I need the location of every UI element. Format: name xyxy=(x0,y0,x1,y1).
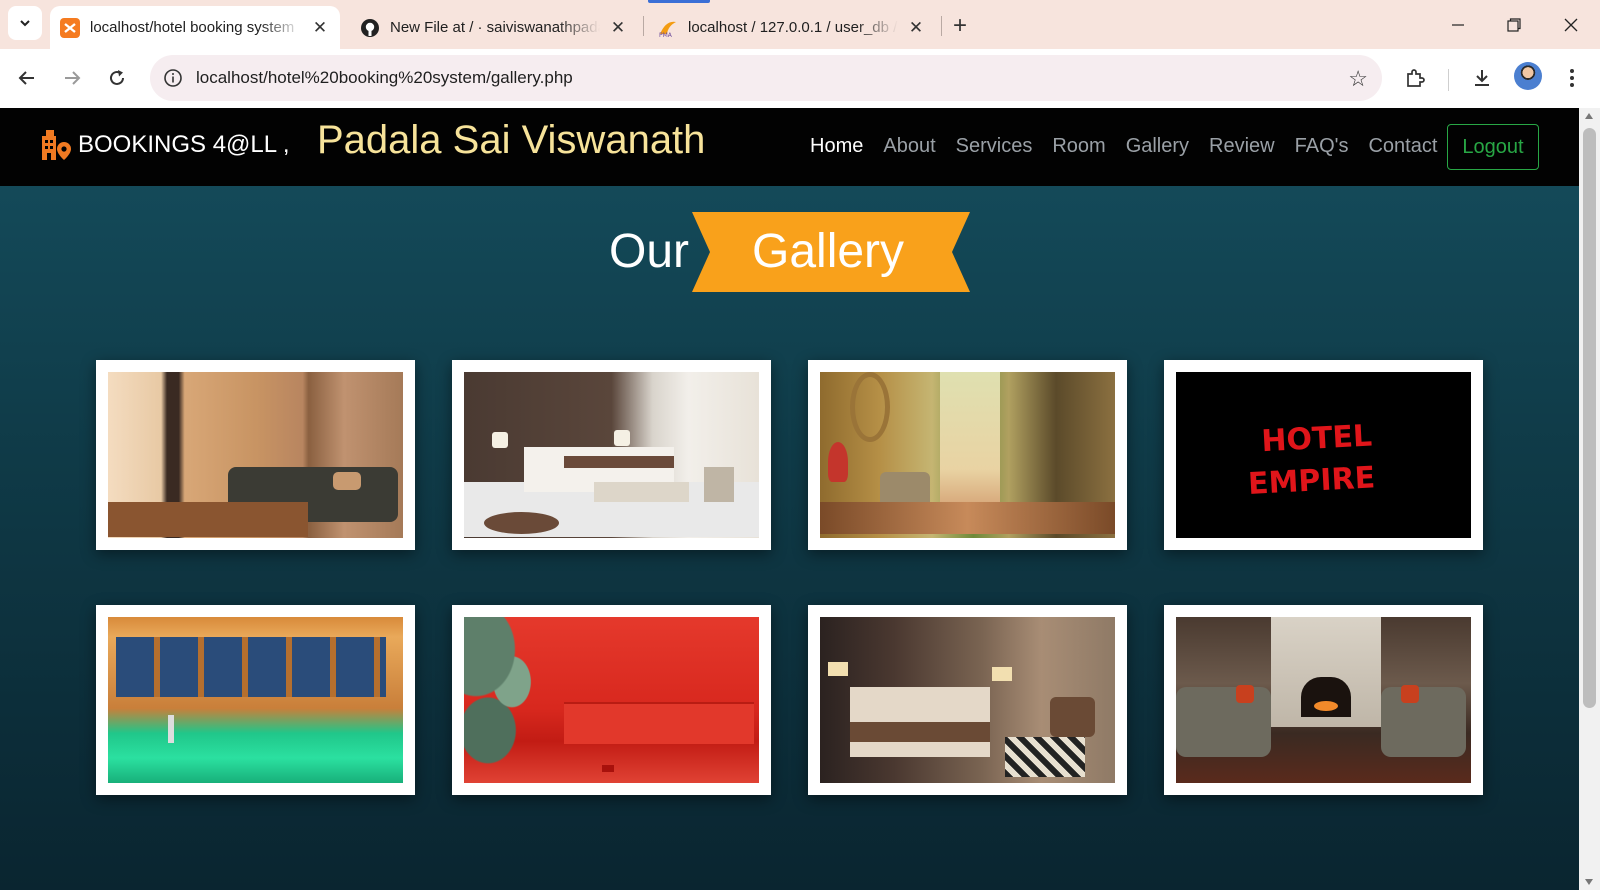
tab-separator xyxy=(643,16,644,36)
gallery-image-hotel-empire-sign[interactable]: HOTEL EMPIRE xyxy=(1164,360,1483,550)
gallery-image-indoor-pool[interactable] xyxy=(96,605,415,795)
phpmyadmin-icon: PMA xyxy=(659,21,676,38)
tab-phpmyadmin[interactable]: PMA localhost / 127.0.0.1 / user_db / ✕ xyxy=(648,6,936,49)
back-icon[interactable] xyxy=(12,63,42,93)
close-icon[interactable]: ✕ xyxy=(906,18,926,38)
address-bar[interactable]: localhost/hotel%20booking%20system/galle… xyxy=(150,55,1382,101)
scroll-down-icon[interactable] xyxy=(1585,879,1593,885)
more-menu-icon[interactable] xyxy=(1557,63,1587,93)
extensions-icon[interactable] xyxy=(1400,63,1430,93)
site-info-icon[interactable] xyxy=(162,67,184,89)
heading-prefix: Our xyxy=(609,225,690,278)
owner-name: Padala Sai Viswanath xyxy=(317,118,706,162)
tab-loading-indicator xyxy=(648,0,710,3)
nav-gallery[interactable]: Gallery xyxy=(1126,135,1189,158)
forward-icon[interactable] xyxy=(57,63,87,93)
window-close-icon[interactable] xyxy=(1556,10,1586,40)
tab-title: localhost/hotel booking system xyxy=(90,19,295,36)
tab-github[interactable]: New File at / · saiviswanathpadala ✕ xyxy=(350,6,638,49)
page-viewport: BOOKINGS 4@LL , Padala Sai Viswanath Hom… xyxy=(0,108,1579,890)
nav-services[interactable]: Services xyxy=(956,135,1033,158)
tab-search-button[interactable] xyxy=(8,6,42,40)
browser-tabstrip: localhost/hotel booking system ✕ New Fil… xyxy=(0,0,1600,49)
gallery-image-bedroom-white[interactable] xyxy=(452,360,771,550)
download-icon[interactable] xyxy=(1467,63,1497,93)
gallery-image-lobby-corridor[interactable] xyxy=(808,360,1127,550)
tab-title: localhost / 127.0.0.1 / user_db / xyxy=(688,19,898,36)
main-nav: Home About Services Room Gallery Review … xyxy=(810,135,1457,158)
reload-icon[interactable] xyxy=(102,63,132,93)
svg-text:HOTEL: HOTEL xyxy=(1260,418,1372,459)
close-icon[interactable]: ✕ xyxy=(608,18,628,38)
svg-text:EMPIRE: EMPIRE xyxy=(1247,460,1376,500)
restore-icon[interactable] xyxy=(1499,10,1529,40)
gallery-image-fireplace-lounge[interactable] xyxy=(1164,605,1483,795)
hotel-location-icon xyxy=(42,130,71,160)
scrollbar-thumb[interactable] xyxy=(1583,128,1596,708)
nav-contact[interactable]: Contact xyxy=(1368,135,1437,158)
gallery-image-bedroom-suite[interactable] xyxy=(808,605,1127,795)
xampp-icon xyxy=(60,17,80,38)
gallery-image-red-lounge[interactable] xyxy=(452,605,771,795)
hotel-empire-logo: HOTEL EMPIRE xyxy=(1247,418,1376,500)
close-icon[interactable]: ✕ xyxy=(310,18,330,38)
nav-review[interactable]: Review xyxy=(1209,135,1275,158)
nav-room[interactable]: Room xyxy=(1052,135,1105,158)
svg-text:PMA: PMA xyxy=(659,32,673,38)
minimize-icon[interactable] xyxy=(1443,10,1473,40)
brand-logo[interactable]: BOOKINGS 4@LL , xyxy=(40,128,290,162)
tab-hotel-booking[interactable]: localhost/hotel booking system ✕ xyxy=(50,6,340,49)
nav-about[interactable]: About xyxy=(883,135,935,158)
gallery-image-living-room[interactable] xyxy=(96,360,415,550)
chevron-down-icon xyxy=(20,20,30,27)
heading-highlight: Gallery xyxy=(752,225,905,278)
url-text[interactable]: localhost/hotel%20booking%20system/galle… xyxy=(196,68,573,88)
profile-avatar[interactable] xyxy=(1514,62,1542,90)
tab-separator xyxy=(941,16,942,36)
site-header: BOOKINGS 4@LL , Padala Sai Viswanath Hom… xyxy=(0,108,1579,186)
new-tab-button[interactable]: + xyxy=(946,12,974,40)
logout-button[interactable]: Logout xyxy=(1447,124,1539,170)
tab-title: New File at / · saiviswanathpadala xyxy=(390,19,600,36)
github-icon xyxy=(361,18,379,37)
bookmark-star-icon[interactable]: ☆ xyxy=(1348,66,1368,92)
brand-text: BOOKINGS 4@LL , xyxy=(78,131,290,158)
nav-faqs[interactable]: FAQ's xyxy=(1295,135,1349,158)
gallery-heading: Our Gallery xyxy=(0,212,1579,292)
nav-home[interactable]: Home xyxy=(810,135,863,158)
scroll-up-icon[interactable] xyxy=(1585,113,1593,119)
page-scrollbar[interactable] xyxy=(1579,108,1600,890)
toolbar-divider xyxy=(1448,69,1449,91)
browser-toolbar: localhost/hotel%20booking%20system/galle… xyxy=(0,49,1600,108)
